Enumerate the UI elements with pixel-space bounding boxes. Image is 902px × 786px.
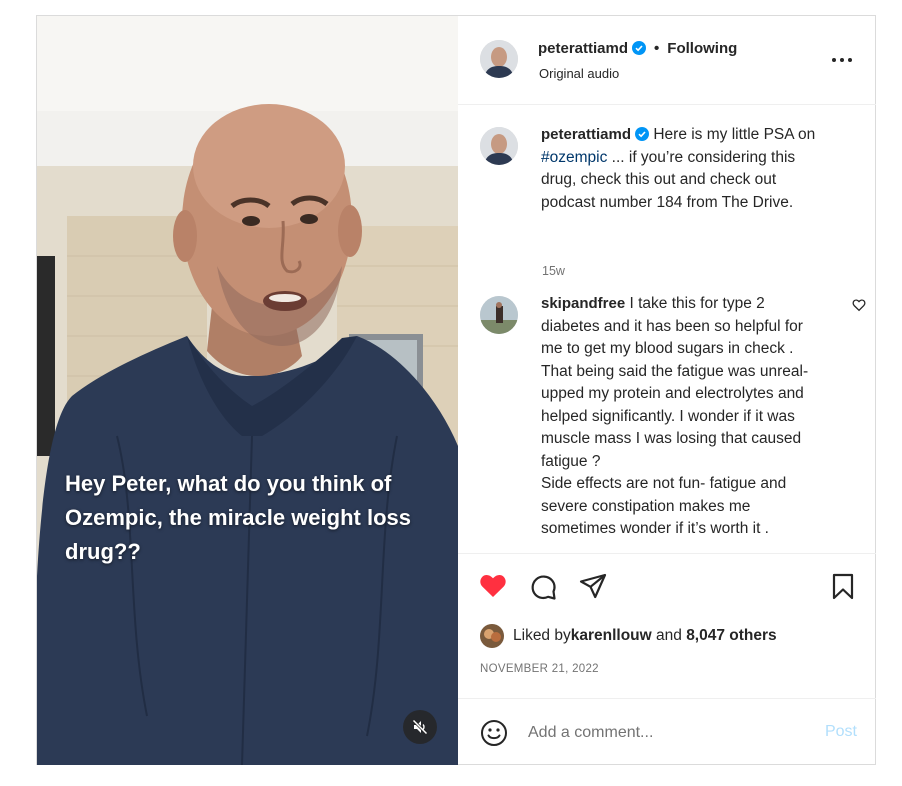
comment-input[interactable] bbox=[528, 721, 798, 745]
post-details: peterattiamd • Following Original audio pe… bbox=[458, 16, 876, 765]
post-comment-button[interactable]: Post bbox=[825, 723, 857, 741]
share-paper-plane-icon[interactable] bbox=[578, 571, 608, 601]
mute-button[interactable] bbox=[403, 710, 437, 744]
comment-body-continued: Side effects are not fun- fatigue and se… bbox=[541, 475, 787, 537]
liker-avatar[interactable] bbox=[480, 624, 504, 648]
caption-timestamp[interactable]: 15w bbox=[542, 264, 565, 278]
liked-by-prefix: Liked by bbox=[513, 627, 571, 644]
post-video[interactable]: Hey Peter, what do you think of Ozempic,… bbox=[37, 16, 458, 765]
verified-badge-icon bbox=[635, 127, 650, 141]
caption-username[interactable]: peterattiamd bbox=[541, 126, 631, 143]
emoji-smiley-icon[interactable] bbox=[480, 719, 508, 747]
comment-bubble-icon[interactable] bbox=[528, 571, 558, 601]
caption-author-avatar[interactable] bbox=[480, 127, 518, 165]
hashtag-link[interactable]: #ozempic bbox=[541, 149, 607, 166]
like-heart-icon[interactable] bbox=[478, 571, 508, 601]
liker-username[interactable]: karenllouw bbox=[571, 627, 652, 645]
author-avatar[interactable] bbox=[480, 40, 518, 78]
post-date[interactable]: NOVEMBER 21, 2022 bbox=[480, 663, 599, 675]
separator-dot: • bbox=[654, 40, 660, 57]
liked-by-and: and bbox=[651, 627, 687, 644]
video-frame bbox=[37, 16, 458, 765]
speaker-muted-icon bbox=[412, 719, 428, 735]
liked-by-line: Liked by karenllouw and 8,047 others bbox=[480, 624, 777, 648]
author-username[interactable]: peterattiamd bbox=[538, 40, 628, 57]
profile-photo-icon bbox=[480, 296, 518, 334]
header-user-line: peterattiamd • Following bbox=[538, 40, 737, 57]
caption-text-start: Here is my little PSA on bbox=[649, 126, 816, 143]
post-header: peterattiamd • Following Original audio bbox=[458, 16, 876, 105]
likes-count-link[interactable]: 8,047 others bbox=[686, 627, 776, 645]
profile-photo-icon bbox=[480, 127, 518, 165]
instagram-post: Hey Peter, what do you think of Ozempic,… bbox=[36, 15, 876, 765]
caption-text: peterattiamd Here is my little PSA on #o… bbox=[541, 124, 825, 214]
following-button[interactable]: Following bbox=[667, 40, 737, 57]
comment-body: I take this for type 2 diabetes and it h… bbox=[541, 295, 809, 470]
comment-text: skipandfree I take this for type 2 diabe… bbox=[541, 293, 825, 541]
verified-badge-icon bbox=[632, 41, 647, 55]
profile-photo-icon bbox=[480, 40, 518, 78]
more-horizontal-icon[interactable] bbox=[830, 54, 854, 66]
post-actions: Liked by karenllouw and 8,047 others NOV… bbox=[458, 553, 876, 714]
audio-link[interactable]: Original audio bbox=[539, 66, 619, 81]
comments-section[interactable]: peterattiamd Here is my little PSA on #o… bbox=[458, 105, 876, 553]
comment-heart-icon[interactable] bbox=[852, 298, 866, 312]
commenter-avatar[interactable] bbox=[480, 296, 518, 334]
comment-composer: Post bbox=[458, 698, 876, 766]
profile-photo-icon bbox=[480, 624, 504, 648]
commenter-username[interactable]: skipandfree bbox=[541, 295, 625, 312]
save-bookmark-icon[interactable] bbox=[828, 571, 858, 601]
video-overlay-text: Hey Peter, what do you think of Ozempic,… bbox=[65, 471, 411, 564]
